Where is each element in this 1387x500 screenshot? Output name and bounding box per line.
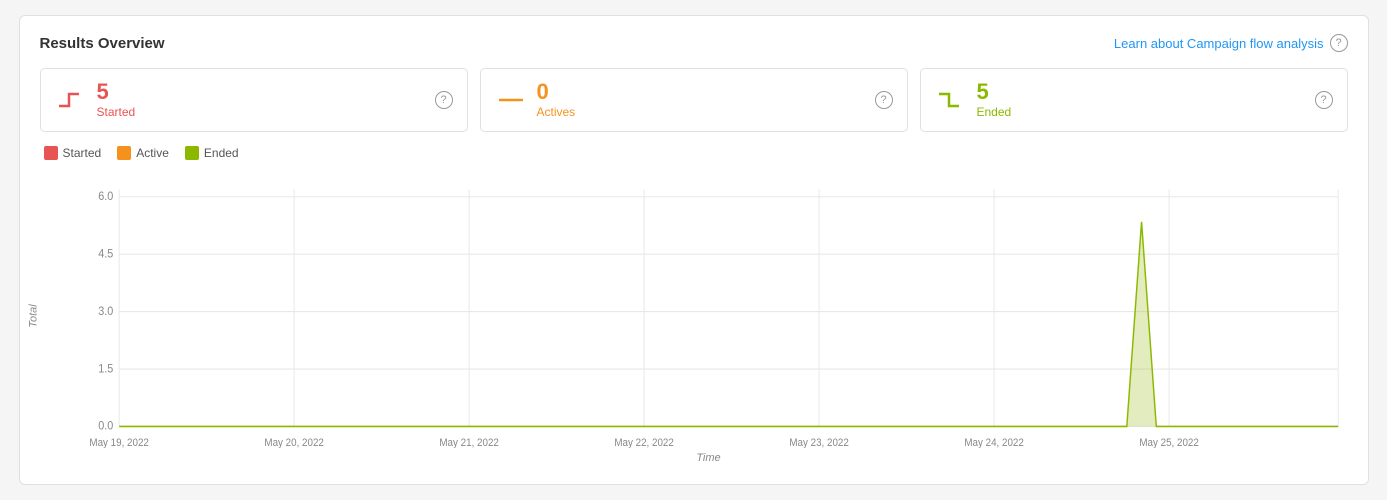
legend-ended: Ended	[185, 146, 239, 160]
stat-ended-text: 5 Ended	[977, 81, 1012, 119]
svg-text:May 25, 2022: May 25, 2022	[1139, 437, 1199, 448]
results-overview-card: Results Overview Learn about Campaign fl…	[19, 15, 1369, 485]
stat-started-left: 5 Started	[55, 81, 136, 119]
legend-active: Active	[117, 146, 169, 160]
svg-text:1.5: 1.5	[98, 363, 113, 376]
legend-active-label: Active	[136, 146, 169, 160]
svg-text:May 20, 2022: May 20, 2022	[264, 437, 324, 448]
spike-fill	[1126, 222, 1155, 427]
ended-line	[119, 222, 1338, 427]
legend-started-label: Started	[63, 146, 102, 160]
stat-ended-label: Ended	[977, 105, 1012, 119]
legend-row: Started Active Ended	[40, 146, 1348, 160]
stat-card-actives: 0 Actives ?	[480, 68, 908, 132]
stat-ended-value: 5	[977, 81, 1012, 103]
chart-wrapper: Total	[40, 168, 1348, 464]
stat-ended-help[interactable]: ?	[1315, 91, 1333, 109]
svg-text:3.0: 3.0	[98, 305, 113, 318]
y-axis-label: Total	[27, 304, 39, 327]
stat-card-ended: 5 Ended ?	[920, 68, 1348, 132]
stat-actives-help[interactable]: ?	[875, 91, 893, 109]
chart-area: 0.0 1.5 3.0 4.5 6.0 May 19, 2022 May 20,…	[70, 168, 1348, 448]
legend-active-box	[117, 146, 131, 160]
svg-text:May 19, 2022: May 19, 2022	[89, 437, 149, 448]
legend-ended-box	[185, 146, 199, 160]
stat-started-label: Started	[97, 105, 136, 119]
stat-actives-left: 0 Actives	[495, 81, 576, 119]
stat-started-help[interactable]: ?	[435, 91, 453, 109]
svg-text:May 23, 2022: May 23, 2022	[789, 437, 849, 448]
started-icon	[55, 84, 87, 116]
stat-actives-value: 0	[537, 81, 576, 103]
svg-text:May 24, 2022: May 24, 2022	[964, 437, 1024, 448]
legend-started: Started	[44, 146, 102, 160]
stat-started-text: 5 Started	[97, 81, 136, 119]
ended-icon	[935, 84, 967, 116]
actives-icon	[495, 84, 527, 116]
x-axis-label: Time	[70, 452, 1348, 464]
legend-started-box	[44, 146, 58, 160]
stat-actives-label: Actives	[537, 105, 576, 119]
page-title: Results Overview	[40, 35, 165, 52]
stats-row: 5 Started ? 0 Actives ?	[40, 68, 1348, 132]
svg-text:0.0: 0.0	[98, 420, 113, 433]
svg-text:May 22, 2022: May 22, 2022	[614, 437, 674, 448]
help-icon[interactable]: ?	[1330, 34, 1348, 52]
stat-started-value: 5	[97, 81, 136, 103]
card-header: Results Overview Learn about Campaign fl…	[40, 34, 1348, 52]
stat-ended-left: 5 Ended	[935, 81, 1012, 119]
legend-ended-label: Ended	[204, 146, 239, 160]
chart-svg: 0.0 1.5 3.0 4.5 6.0 May 19, 2022 May 20,…	[70, 168, 1348, 448]
learn-link[interactable]: Learn about Campaign flow analysis	[1114, 36, 1324, 51]
header-right: Learn about Campaign flow analysis ?	[1114, 34, 1348, 52]
svg-text:6.0: 6.0	[98, 191, 113, 204]
svg-text:May 21, 2022: May 21, 2022	[439, 437, 499, 448]
svg-text:4.5: 4.5	[98, 248, 113, 261]
stat-card-started: 5 Started ?	[40, 68, 468, 132]
stat-actives-text: 0 Actives	[537, 81, 576, 119]
